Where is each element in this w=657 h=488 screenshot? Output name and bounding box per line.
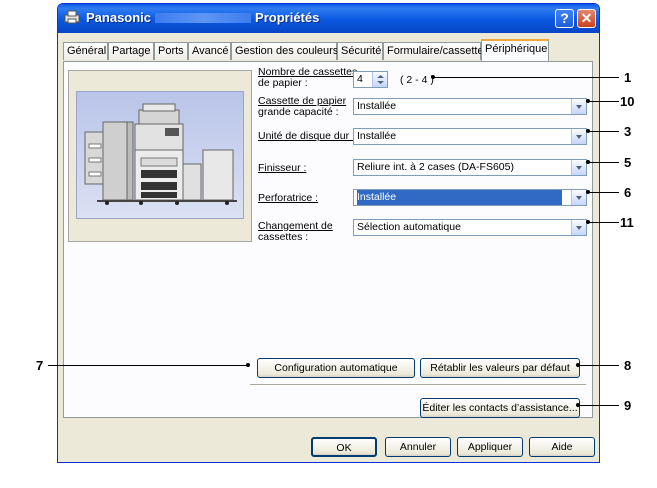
- callout-10: 10: [620, 94, 635, 109]
- help-button[interactable]: ?: [555, 9, 574, 28]
- aide-button[interactable]: Aide: [529, 437, 595, 457]
- title-suffix: Propriétés: [255, 10, 320, 25]
- grande-capacite-dropdown[interactable]: Installée: [353, 98, 587, 115]
- callout-5: 5: [624, 155, 632, 170]
- redacted-printer-name: [155, 13, 252, 23]
- spinner-arrows-icon: [377, 75, 384, 84]
- window-title: Panasonic Propriétés: [86, 10, 319, 25]
- annuler-button[interactable]: Annuler: [385, 437, 451, 457]
- label-nombre-cassettes: Nombre de cassettes de papier :: [258, 67, 357, 89]
- title-bar[interactable]: Panasonic Propriétés ? ✕: [58, 4, 599, 33]
- callout-9: 9: [624, 398, 632, 413]
- callout-3: 3: [624, 124, 632, 139]
- changement-dropdown[interactable]: Sélection automatique: [353, 219, 587, 236]
- callout-dot-7: [246, 363, 250, 367]
- tab-partage[interactable]: Partage: [108, 42, 154, 60]
- label-changement-line2: cassettes :: [258, 231, 309, 243]
- callout-line-10: [588, 101, 619, 102]
- finisseur-value: Reliure int. à 2 cases (DA-FS605): [357, 161, 514, 173]
- disque-dur-dropdown[interactable]: Installée: [353, 128, 587, 145]
- grande-capacite-dropdown-button[interactable]: [571, 99, 586, 114]
- close-button[interactable]: ✕: [577, 9, 596, 28]
- chevron-down-icon: [576, 226, 582, 230]
- callout-line-3: [588, 131, 619, 132]
- chevron-down-icon: [576, 105, 582, 109]
- callout-line-7: [48, 365, 248, 366]
- label-disque-dur: Unité de disque dur :: [258, 130, 355, 142]
- editer-contacts-button[interactable]: Éditer les contacts d’assistance...: [420, 398, 580, 418]
- finisseur-dropdown-button[interactable]: [571, 160, 586, 175]
- label-grande-capacite-line2: grande capacité :: [258, 106, 339, 118]
- tab-gestion-couleurs[interactable]: Gestion des couleurs: [231, 42, 338, 60]
- changement-dropdown-button[interactable]: [571, 220, 586, 235]
- disque-dur-value: Installée: [357, 130, 397, 142]
- callout-line-6: [588, 192, 619, 193]
- callout-line-9: [578, 405, 619, 406]
- chevron-down-icon: [576, 135, 582, 139]
- separator-highlight: [250, 385, 586, 386]
- appliquer-button[interactable]: Appliquer: [457, 437, 523, 457]
- label-nombre-cassettes-line2: de papier :: [258, 77, 308, 89]
- grande-capacite-value: Installée: [357, 100, 397, 112]
- cassettes-spinner[interactable]: 4: [353, 71, 388, 88]
- cassettes-range: ( 2 - 4 ): [400, 74, 434, 86]
- callout-8: 8: [624, 358, 632, 373]
- callout-line-5: [588, 162, 619, 163]
- callout-1: 1: [624, 70, 632, 85]
- tab-peripherique[interactable]: Périphérique: [481, 39, 549, 61]
- label-grande-capacite: Cassette de papier grande capacité :: [258, 96, 346, 118]
- callout-line-1: [433, 77, 619, 78]
- callout-line-11: [588, 222, 619, 223]
- finisseur-dropdown[interactable]: Reliure int. à 2 cases (DA-FS605): [353, 159, 587, 176]
- printer-illustration: [76, 91, 244, 219]
- copier-image: [84, 103, 237, 205]
- label-finisseur: Finisseur :: [258, 162, 307, 174]
- config-auto-button[interactable]: Configuration automatique: [257, 358, 415, 378]
- callout-6: 6: [624, 185, 632, 200]
- tab-avance[interactable]: Avancé: [188, 42, 231, 60]
- spinner-arrows[interactable]: [372, 72, 387, 87]
- cassettes-value: 4: [357, 73, 363, 85]
- ok-button[interactable]: OK: [311, 437, 377, 457]
- perforatrice-dropdown-button[interactable]: [571, 190, 586, 205]
- chevron-down-icon: [576, 166, 582, 170]
- tab-general[interactable]: Général: [63, 42, 108, 60]
- tab-formulaire-cassette[interactable]: Formulaire/cassette: [383, 42, 484, 60]
- retablir-button[interactable]: Rétablir les valeurs par défaut: [420, 358, 580, 378]
- perforatrice-dropdown[interactable]: Installée: [353, 189, 587, 206]
- perforatrice-value: Installée: [357, 190, 562, 205]
- printer-icon: [64, 10, 80, 24]
- tab-securite[interactable]: Sécurité: [337, 42, 383, 60]
- device-preview: [68, 70, 252, 242]
- callout-7: 7: [36, 358, 44, 373]
- label-changement-cassettes: Changement de cassettes :: [258, 221, 333, 243]
- label-perforatrice: Perforatrice :: [258, 192, 319, 204]
- callout-11: 11: [620, 215, 634, 230]
- changement-value: Sélection automatique: [357, 221, 461, 233]
- title-brand: Panasonic: [86, 10, 152, 25]
- chevron-down-icon: [576, 196, 582, 200]
- properties-dialog: Panasonic Propriétés ? ✕ Général Partage …: [57, 3, 600, 463]
- tab-ports[interactable]: Ports: [154, 42, 188, 60]
- callout-line-8: [578, 365, 619, 366]
- disque-dur-dropdown-button[interactable]: [571, 129, 586, 144]
